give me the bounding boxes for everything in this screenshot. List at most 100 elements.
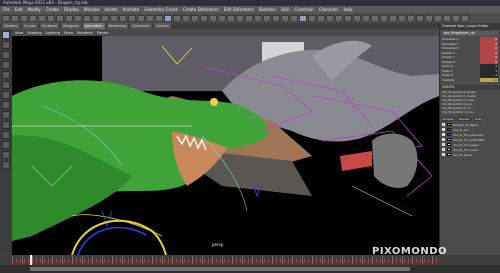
menu-item[interactable]: Animate: [123, 7, 140, 12]
menu-item[interactable]: Display: [64, 7, 79, 12]
toolbar-icon[interactable]: [407, 14, 415, 22]
toolbar-icon[interactable]: [299, 14, 307, 22]
toolbar-icon[interactable]: [425, 14, 433, 22]
toolbar-icon[interactable]: [362, 14, 370, 22]
3d-viewport[interactable]: persp: [12, 36, 439, 255]
visibility-toggle[interactable]: [442, 153, 445, 156]
menu-item[interactable]: Skin: [281, 7, 290, 12]
layer-tab[interactable]: Anim: [473, 117, 484, 121]
toolbar-icon[interactable]: [443, 14, 451, 22]
toolbar-icon[interactable]: [461, 14, 469, 22]
toolbar-icon[interactable]: [236, 14, 244, 22]
tool-icon[interactable]: [2, 51, 10, 59]
toolbar-icon[interactable]: [146, 14, 154, 22]
toolbar-icon[interactable]: [164, 14, 172, 22]
input-node[interactable]: dra_Ringdistort_local: [442, 110, 498, 114]
toolbar-icon[interactable]: [317, 14, 325, 22]
toolbar-icon[interactable]: [389, 14, 397, 22]
toolbar-icon[interactable]: [11, 14, 19, 22]
toolbar-icon[interactable]: [254, 14, 262, 22]
toolbar-icon[interactable]: [227, 14, 235, 22]
toolbar-icon[interactable]: [56, 14, 64, 22]
tool-icon[interactable]: [2, 161, 10, 169]
visibility-toggle[interactable]: [442, 143, 445, 146]
toolbar-icon[interactable]: [344, 14, 352, 22]
viewport-menu-item[interactable]: Shading: [27, 31, 41, 35]
current-time-indicator[interactable]: [30, 255, 32, 265]
tool-icon[interactable]: [2, 151, 10, 159]
toolbar-icon[interactable]: [74, 14, 82, 22]
visibility-toggle[interactable]: [442, 148, 445, 151]
viewport-menu-item[interactable]: Renderer: [77, 31, 93, 35]
menu-item[interactable]: Character: [319, 7, 339, 12]
menu-item[interactable]: Create Deformers: [183, 7, 219, 12]
toolbar-icon[interactable]: [29, 14, 37, 22]
menu-item[interactable]: Assets: [105, 7, 118, 12]
toolbar-icon[interactable]: [452, 14, 460, 22]
toolbar-icon[interactable]: [92, 14, 100, 22]
toolbar-icon[interactable]: [182, 14, 190, 22]
toolbar-icon[interactable]: [191, 14, 199, 22]
toolbar-icon[interactable]: [128, 14, 136, 22]
menu-item[interactable]: Window: [84, 7, 100, 12]
visibility-toggle[interactable]: [442, 138, 445, 141]
layer-tab[interactable]: Display: [442, 117, 456, 121]
toolbar-icon[interactable]: [137, 14, 145, 22]
toolbar-icon[interactable]: [371, 14, 379, 22]
range-slider[interactable]: [0, 265, 500, 273]
toolbar-icon[interactable]: [263, 14, 271, 22]
toolbar-icon[interactable]: [65, 14, 73, 22]
toolbar-icon[interactable]: [2, 14, 10, 22]
toolbar-icon[interactable]: [326, 14, 334, 22]
toolbar-icon[interactable]: [101, 14, 109, 22]
menu-item[interactable]: Modify: [27, 7, 40, 12]
toolbar-icon[interactable]: [416, 14, 424, 22]
toolbar-icon[interactable]: [20, 14, 28, 22]
attribute-row[interactable]: Visibility on: [442, 77, 498, 82]
tool-icon[interactable]: [2, 111, 10, 119]
toolbar-icon[interactable]: [434, 14, 442, 22]
viewport-menu-item[interactable]: Show: [64, 31, 73, 35]
tool-icon[interactable]: [2, 71, 10, 79]
range-slider-handle[interactable]: [30, 267, 410, 271]
toolbar-icon[interactable]: [200, 14, 208, 22]
toolbar-icon[interactable]: [380, 14, 388, 22]
toolbar-icon[interactable]: [155, 14, 163, 22]
tool-icon[interactable]: [2, 91, 10, 99]
visibility-toggle[interactable]: [442, 128, 445, 131]
menu-item[interactable]: Edit: [15, 7, 23, 12]
toolbar-icon[interactable]: [290, 14, 298, 22]
layer-row[interactable]: dra_fk_spine: [442, 152, 498, 157]
tool-icon[interactable]: [2, 81, 10, 89]
tool-icon[interactable]: [2, 121, 10, 129]
viewport-menu-item[interactable]: View: [15, 31, 23, 35]
toolbar-icon[interactable]: [335, 14, 343, 22]
menu-item[interactable]: Geometry Cache: [144, 7, 178, 12]
toolbar-icon[interactable]: [272, 14, 280, 22]
tool-icon[interactable]: [2, 41, 10, 49]
attribute-value[interactable]: on: [480, 77, 498, 82]
visibility-toggle[interactable]: [442, 133, 445, 136]
toolbar-icon[interactable]: [38, 14, 46, 22]
menu-item[interactable]: Edit Deformers: [224, 7, 254, 12]
toolbar-icon[interactable]: [83, 14, 91, 22]
tool-icon[interactable]: [2, 61, 10, 69]
toolbar-icon[interactable]: [308, 14, 316, 22]
toolbar-icon[interactable]: [281, 14, 289, 22]
tool-icon[interactable]: [2, 101, 10, 109]
toolbar-icon[interactable]: [209, 14, 217, 22]
toolbar-icon[interactable]: [173, 14, 181, 22]
menu-item[interactable]: Create: [46, 7, 59, 12]
toolbar-icon[interactable]: [110, 14, 118, 22]
menu-item[interactable]: Help: [343, 7, 352, 12]
tool-icon[interactable]: [2, 141, 10, 149]
tool-icon[interactable]: [2, 131, 10, 139]
toolbar-icon[interactable]: [353, 14, 361, 22]
tool-icon[interactable]: [2, 31, 10, 39]
viewport-menu-item[interactable]: Lighting: [46, 31, 60, 35]
toolbar-icon[interactable]: [398, 14, 406, 22]
menu-item[interactable]: Skeleton: [259, 7, 276, 12]
visibility-toggle[interactable]: [442, 123, 445, 126]
viewport-menu-item[interactable]: Panels: [97, 31, 108, 35]
menu-item[interactable]: File: [3, 7, 10, 12]
